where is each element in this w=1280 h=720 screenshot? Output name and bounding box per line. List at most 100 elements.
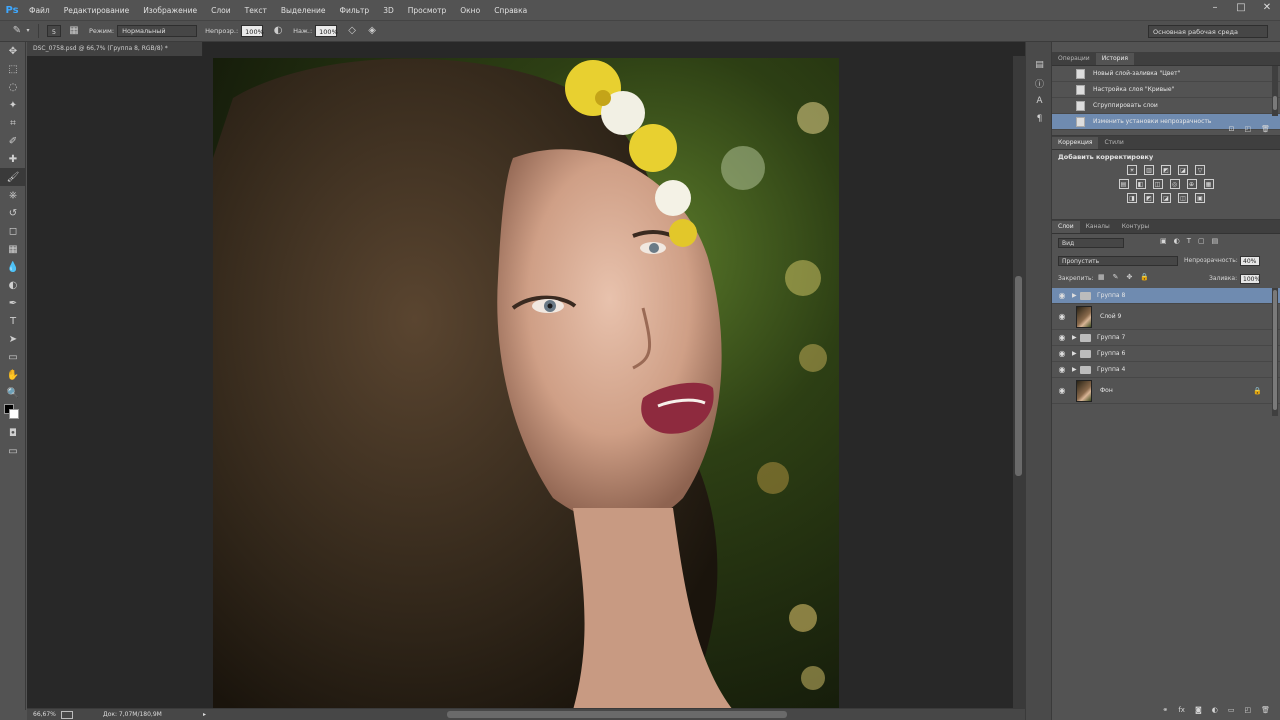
paragraph-panel-icon[interactable]: ¶	[1026, 110, 1053, 128]
adjustment-icon[interactable]: ◨	[1127, 193, 1137, 203]
adjustment-icon[interactable]: ◫	[1178, 193, 1188, 203]
zoom-tool-icon[interactable]: 🔍	[0, 384, 26, 402]
eye-icon[interactable]: ◉	[1052, 365, 1072, 374]
menu-item[interactable]: Файл	[22, 6, 57, 15]
hand-tool-icon[interactable]: ✋	[0, 366, 26, 384]
menu-item[interactable]: Слои	[204, 6, 238, 15]
new-snapshot-icon[interactable]: ◰	[1244, 125, 1251, 133]
zoom-level[interactable]: 66,67%	[33, 709, 56, 720]
close-button[interactable]: ✕	[1262, 2, 1272, 14]
disclosure-arrow-icon[interactable]: ▶	[1072, 334, 1080, 341]
airbrush-icon[interactable]: ◇	[345, 24, 359, 38]
adjustment-icon[interactable]: ▽	[1195, 165, 1205, 175]
opacity-field[interactable]: 100%	[241, 25, 264, 37]
minimize-button[interactable]: –	[1210, 2, 1220, 14]
brush-panel-icon[interactable]: ▦	[67, 24, 81, 38]
menu-item[interactable]: Фильтр	[333, 6, 377, 15]
shape-filter-icon[interactable]: ▢	[1198, 237, 1205, 245]
history-panel-icon[interactable]: ▤	[1026, 56, 1053, 74]
layer-row[interactable]: ◉ ▶ Группа 6	[1052, 346, 1280, 362]
move-tool-icon[interactable]: ✥	[0, 42, 26, 60]
eye-icon[interactable]: ◉	[1052, 349, 1072, 358]
layer-row[interactable]: ◉ ▶ Группа 7	[1052, 330, 1280, 346]
layers-scrollbar[interactable]	[1272, 288, 1278, 416]
adjustment-icon[interactable]: ☀	[1127, 165, 1137, 175]
flow-field[interactable]: 100%	[315, 25, 338, 37]
layer-filter-select[interactable]: Вид	[1058, 238, 1124, 248]
canvas-photo[interactable]	[213, 58, 839, 710]
panel-tab[interactable]: Каналы	[1080, 221, 1116, 233]
pressure-opacity-icon[interactable]: ◐	[271, 24, 285, 38]
lasso-tool-icon[interactable]: ◌	[0, 78, 26, 96]
marquee-tool-icon[interactable]: ⬚	[0, 60, 26, 78]
type-tool-icon[interactable]: T	[0, 312, 26, 330]
color-swatches[interactable]	[0, 402, 26, 424]
history-scrollbar[interactable]	[1272, 66, 1278, 116]
lock-position-icon[interactable]: ✥	[1127, 273, 1133, 281]
layer-row[interactable]: ◉ Фон 🔒	[1052, 378, 1280, 404]
adjustment-icon[interactable]: ⊕	[1186, 179, 1197, 189]
menu-item[interactable]: Редактирование	[57, 6, 136, 15]
gradient-icon[interactable]: ▦	[0, 240, 26, 258]
history-state[interactable]: Настройка слоя "Кривые"	[1052, 82, 1280, 98]
new-adjustment-icon[interactable]: ◐	[1212, 706, 1218, 714]
brush-size-field[interactable]: 5	[47, 25, 61, 37]
adjustment-icon[interactable]: ◫	[1152, 179, 1163, 189]
link-layers-icon[interactable]: ⚭	[1162, 706, 1168, 714]
disclosure-arrow-icon[interactable]: ▶	[1072, 292, 1080, 299]
status-arrow-icon[interactable]: ▸	[203, 709, 206, 720]
panel-tab[interactable]: Стили	[1098, 137, 1129, 149]
layer-row[interactable]: ◉ ▶ Группа 8	[1052, 288, 1280, 304]
disclosure-arrow-icon[interactable]: ▶	[1072, 366, 1080, 373]
lock-transparency-icon[interactable]: ▦	[1098, 273, 1105, 281]
menu-item[interactable]: Просмотр	[401, 6, 454, 15]
horizontal-scrollbar-thumb[interactable]	[447, 711, 787, 718]
history-brush-icon[interactable]: ↺	[0, 204, 26, 222]
eye-icon[interactable]: ◉	[1052, 333, 1072, 342]
layer-row[interactable]: ◉ ▶ Группа 4	[1052, 362, 1280, 378]
menu-item[interactable]: Изображение	[136, 6, 204, 15]
fill-field[interactable]: 100%	[1240, 274, 1260, 284]
menu-item[interactable]: Текст	[238, 6, 274, 15]
adjustment-icon[interactable]: ◪	[1178, 165, 1188, 175]
menu-item[interactable]: 3D	[376, 6, 401, 15]
new-group-icon[interactable]: ▭	[1228, 706, 1235, 714]
add-mask-icon[interactable]: ◙	[1195, 706, 1202, 714]
pixel-filter-icon[interactable]: ▣	[1160, 237, 1167, 245]
quick-select-icon[interactable]: ✦	[0, 96, 26, 114]
maximize-button[interactable]: □	[1236, 2, 1246, 14]
delete-layer-icon[interactable]: 🗑	[1261, 706, 1270, 714]
screen-mode-icon[interactable]: ▭	[0, 442, 26, 460]
eye-icon[interactable]: ◉	[1052, 312, 1072, 321]
panel-tab[interactable]: Слои	[1052, 221, 1080, 233]
workspace-select[interactable]: Основная рабочая среда	[1148, 25, 1268, 38]
status-menu-icon[interactable]	[61, 711, 73, 719]
adjustment-icon[interactable]: ◧	[1135, 179, 1146, 189]
eyedropper-icon[interactable]: ✐	[0, 132, 26, 150]
dodge-icon[interactable]: ◐	[0, 276, 26, 294]
trash-icon[interactable]: 🗑	[1261, 125, 1270, 133]
panel-tab[interactable]: Коррекция	[1052, 137, 1099, 149]
character-panel-icon[interactable]: A	[1026, 92, 1053, 110]
mode-select[interactable]: Нормальный	[117, 25, 198, 37]
type-filter-icon[interactable]: T	[1187, 237, 1191, 245]
blend-mode-select[interactable]: Пропустить	[1058, 256, 1178, 266]
brush-tool-icon[interactable]: 🖌	[0, 168, 26, 186]
quick-mask-icon[interactable]: ◘	[0, 424, 26, 442]
chevron-down-icon[interactable]: ▾	[24, 24, 32, 38]
eraser-icon[interactable]: ◻	[0, 222, 26, 240]
healing-brush-icon[interactable]: ✚	[0, 150, 26, 168]
adjustment-icon[interactable]: ▣	[1195, 193, 1205, 203]
smart-filter-icon[interactable]: ▤	[1212, 237, 1219, 245]
eye-icon[interactable]: ◉	[1052, 291, 1072, 300]
layer-style-icon[interactable]: fx	[1178, 706, 1185, 714]
vertical-scrollbar[interactable]	[1013, 56, 1025, 710]
adjustment-icon[interactable]: ▥	[1144, 165, 1154, 175]
document-tab[interactable]: DSC_0758.psd @ 66,7% (Группа 8, RGB/8) *	[27, 42, 203, 56]
new-document-from-state-icon[interactable]: ⊡	[1229, 125, 1235, 133]
eye-icon[interactable]: ◉	[1052, 386, 1072, 395]
history-state[interactable]: Новый слой-заливка "Цвет"	[1052, 66, 1280, 82]
adjustment-icon[interactable]: ◪	[1161, 193, 1171, 203]
adjustment-icon[interactable]: ▦	[1203, 179, 1214, 189]
lock-all-icon[interactable]: 🔒	[1140, 273, 1149, 281]
